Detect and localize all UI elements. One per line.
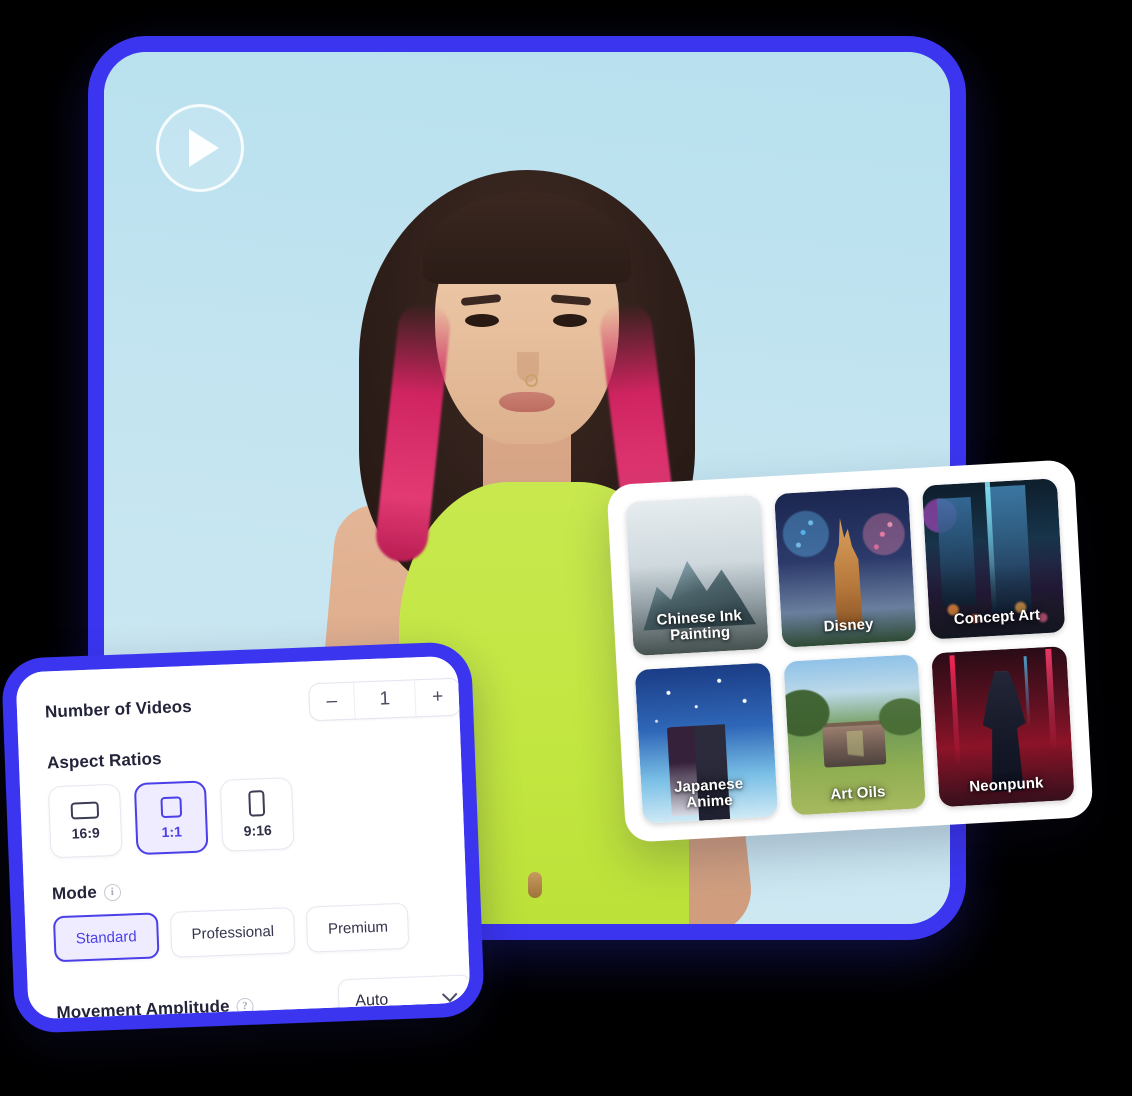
movement-amplitude-row: Movement Amplitude ? Auto — [56, 974, 474, 1034]
aspect-ratio-label: 9:16 — [243, 821, 273, 839]
style-card-disney[interactable]: Disney — [773, 486, 917, 648]
aspect-ratio-label: 1:1 — [161, 822, 183, 840]
movement-amplitude-label-group: Movement Amplitude ? — [56, 996, 254, 1024]
subject-eye-left — [465, 314, 499, 327]
aspect-ratios-label: Aspect Ratios — [46, 749, 162, 773]
aspect-ratio-label: 16:9 — [71, 824, 101, 842]
aspect-ratio-option-1-1[interactable]: 1:1 — [133, 780, 209, 856]
screenshot-stage: Chinese Ink Painting Disney Concept Art J… — [0, 0, 1132, 1096]
movement-amplitude-value: Auto — [355, 991, 389, 1010]
help-icon[interactable]: ? — [236, 997, 254, 1015]
style-presets-grid: Chinese Ink Painting Disney Concept Art J… — [625, 478, 1075, 824]
style-card-chinese-ink-painting[interactable]: Chinese Ink Painting — [625, 494, 769, 657]
play-button[interactable] — [156, 104, 244, 192]
landscape-frame-icon — [70, 801, 100, 820]
style-card-concept-art[interactable]: Concept Art — [922, 478, 1066, 640]
videos-count-value[interactable]: 1 — [353, 680, 417, 719]
chevron-down-icon — [441, 986, 458, 1002]
style-card-japanese-anime[interactable]: Japanese Anime — [634, 662, 778, 824]
mode-option-standard[interactable]: Standard — [52, 912, 160, 963]
subject-nose-ring — [525, 374, 538, 387]
mode-header: Mode i — [52, 868, 468, 904]
play-icon — [189, 129, 219, 167]
mode-label: Mode — [51, 882, 98, 904]
style-presets-panel: Chinese Ink Painting Disney Concept Art J… — [606, 459, 1094, 843]
video-settings-panel: Number of Videos – 1 + Aspect Ratios 16:… — [0, 641, 486, 1034]
style-card-art-oils[interactable]: Art Oils — [783, 654, 927, 816]
portrait-frame-icon — [248, 790, 266, 817]
subject-lips — [499, 392, 555, 412]
subject-eye-right — [553, 314, 587, 327]
info-icon[interactable]: i — [103, 883, 122, 901]
mode-option-premium[interactable]: Premium — [306, 902, 410, 953]
movement-amplitude-select[interactable]: Auto — [337, 974, 474, 1026]
subject-navel-piercing — [528, 872, 542, 898]
decrement-button[interactable]: – — [309, 683, 354, 721]
mode-options-group: Standard Professional Premium — [52, 900, 470, 963]
aspect-ratio-option-9-16[interactable]: 9:16 — [219, 777, 295, 852]
mode-option-professional[interactable]: Professional — [169, 907, 296, 958]
number-of-videos-stepper[interactable]: – 1 + — [308, 677, 462, 722]
movement-amplitude-label: Movement Amplitude — [56, 996, 230, 1023]
style-card-neonpunk[interactable]: Neonpunk — [931, 645, 1075, 808]
aspect-ratios-group: 16:9 1:1 9:16 — [47, 770, 466, 859]
square-frame-icon — [159, 795, 182, 818]
video-settings-content: Number of Videos – 1 + Aspect Ratios 16:… — [15, 654, 486, 1034]
number-of-videos-label: Number of Videos — [44, 696, 193, 722]
aspect-ratio-option-16-9[interactable]: 16:9 — [47, 783, 123, 859]
number-of-videos-row: Number of Videos – 1 + — [44, 677, 462, 732]
increment-button[interactable]: + — [415, 679, 460, 717]
